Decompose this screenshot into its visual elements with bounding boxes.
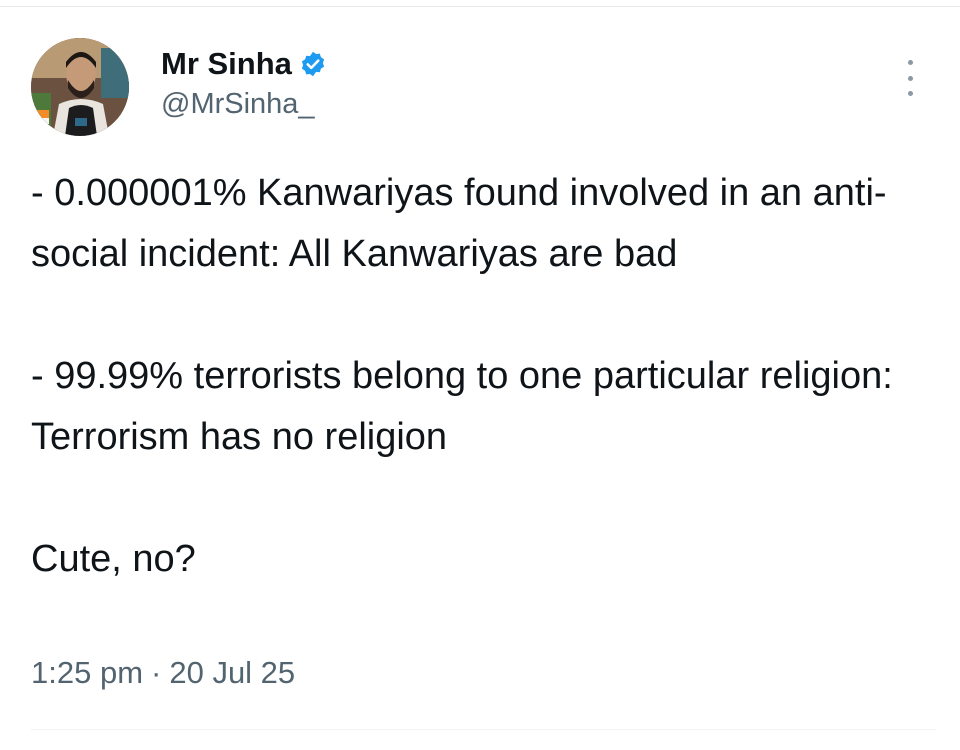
tweet-paragraph: Cute, no? [31, 538, 196, 580]
tweet-text: - 0.000001% Kanwariyas found involved in… [31, 163, 936, 590]
dot [907, 91, 913, 96]
more-options-icon[interactable] [898, 60, 922, 96]
bottom-divider [31, 729, 936, 730]
author-handle[interactable]: @MrSinha_ [161, 88, 315, 121]
verified-badge-icon [299, 50, 327, 78]
profile-photo-icon [31, 38, 129, 136]
dot [907, 60, 913, 65]
timestamp-separator: · [151, 655, 162, 690]
tweet-card: Mr Sinha @MrSinha_ - 0.000001% Kanwariya… [0, 0, 960, 750]
tweet-paragraph: - 99.99% terrorists belong to one partic… [31, 355, 903, 458]
tweet-time[interactable]: 1:25 pm [31, 655, 143, 691]
author-name-row[interactable]: Mr Sinha [161, 44, 327, 84]
dot [907, 75, 913, 81]
avatar[interactable] [31, 38, 129, 136]
tweet-paragraph: - 0.000001% Kanwariyas found involved in… [31, 172, 887, 275]
tweet-timestamp[interactable]: 1:25 pm · 20 Jul 25 [31, 655, 295, 691]
tweet-date[interactable]: 20 Jul 25 [169, 655, 295, 691]
display-name[interactable]: Mr Sinha [161, 46, 292, 82]
